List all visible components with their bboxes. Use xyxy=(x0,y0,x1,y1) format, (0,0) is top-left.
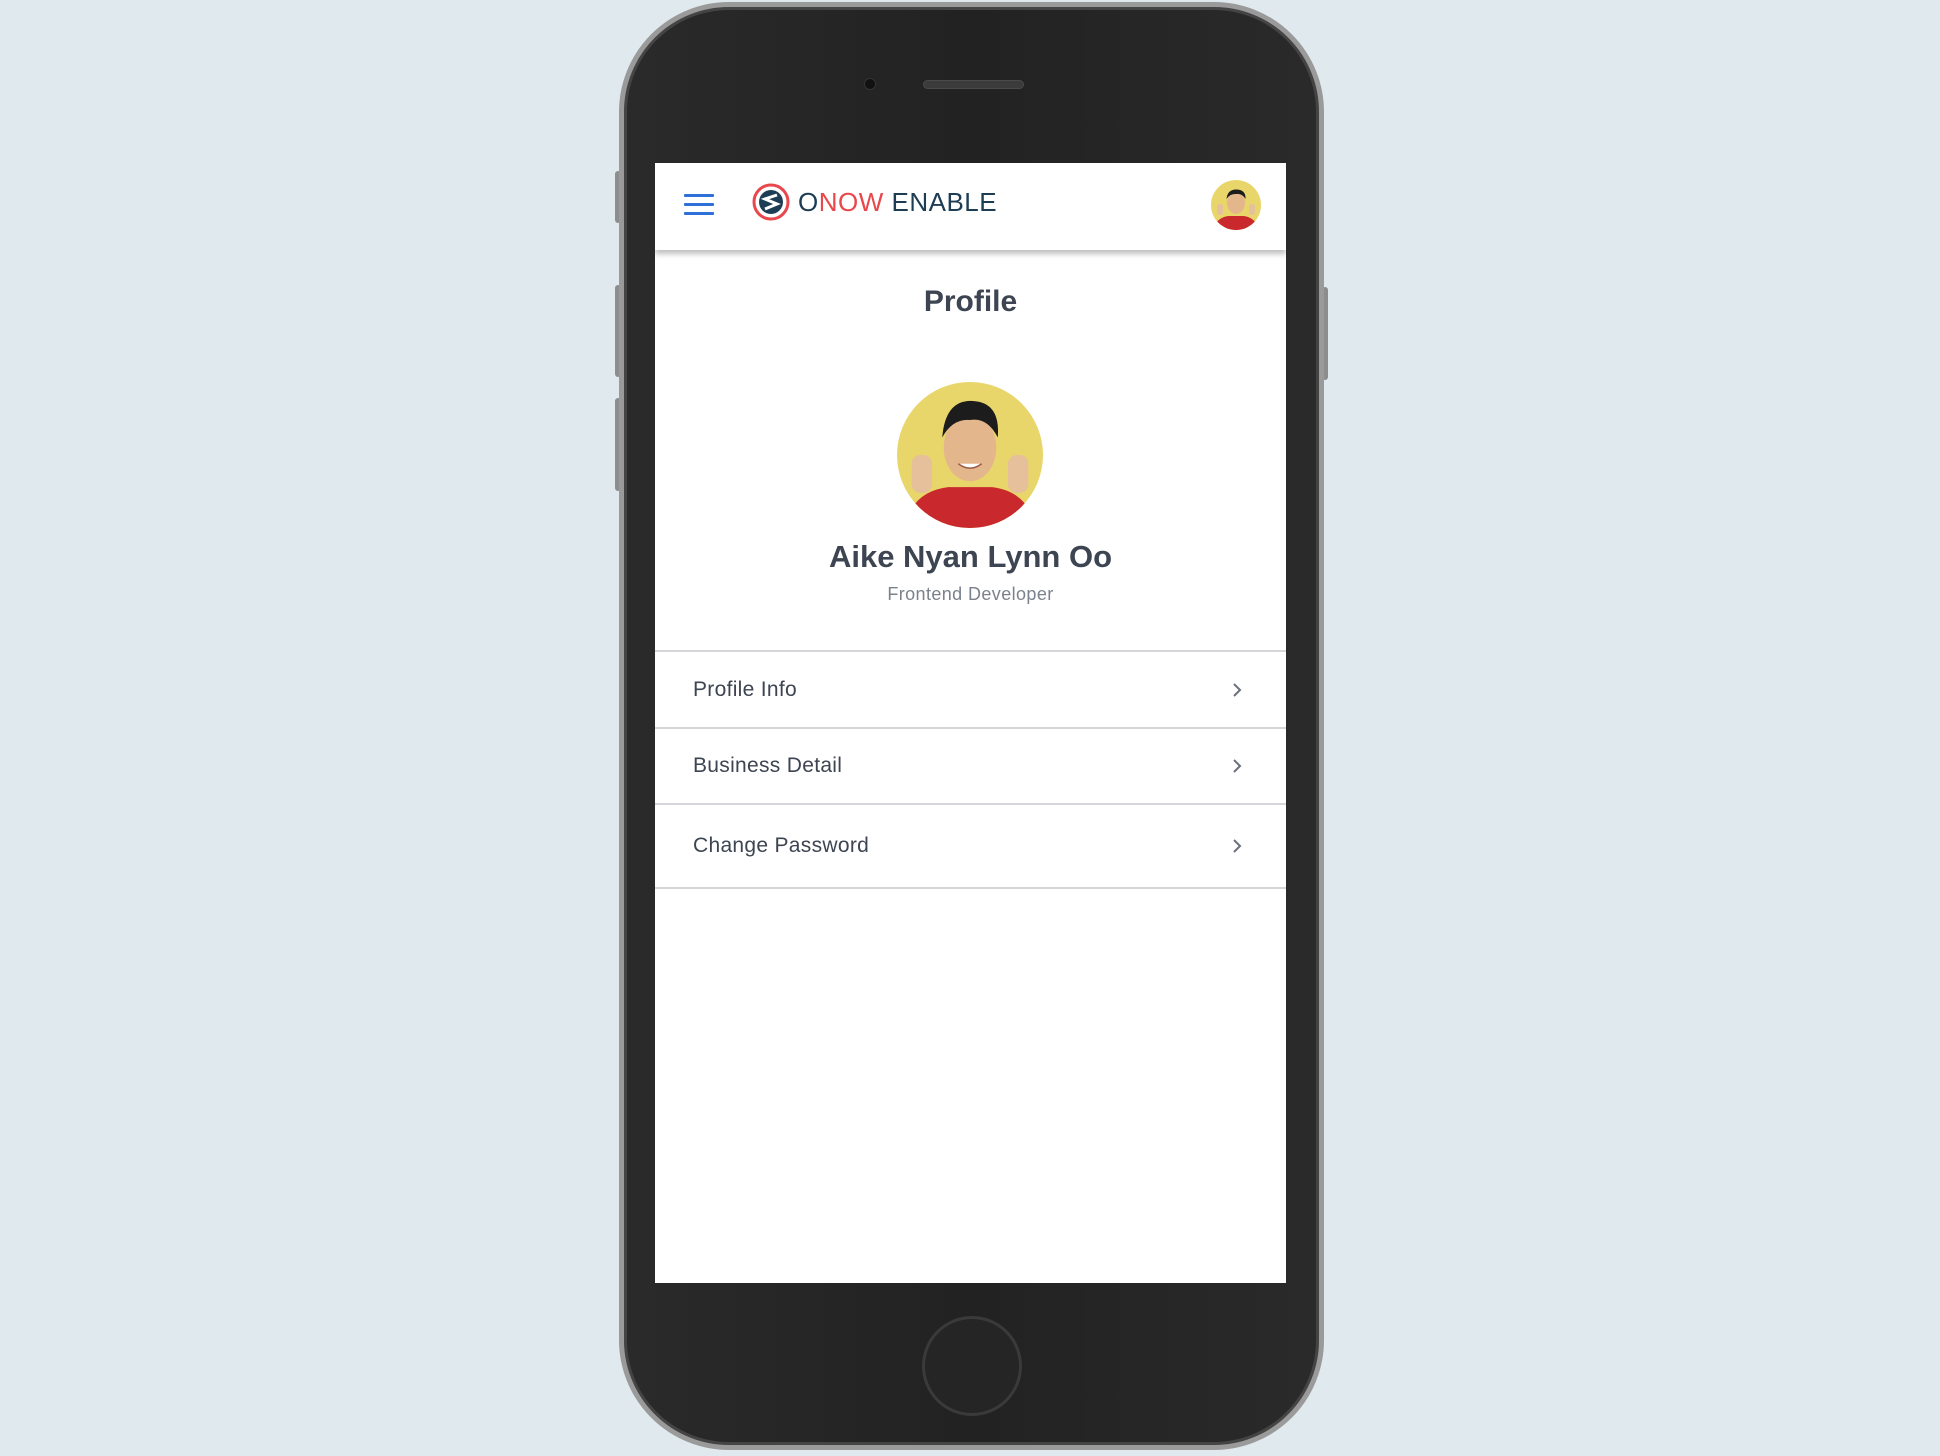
profile-menu: Profile Info Business Detail Change Pass… xyxy=(655,650,1286,889)
brand-enable: ENABLE xyxy=(883,186,998,217)
page-title: Profile xyxy=(923,285,1018,318)
front-camera xyxy=(864,78,876,90)
brand-logo[interactable]: ONOW ENABLE xyxy=(752,183,997,221)
brand-name: ONOW ENABLE xyxy=(798,187,997,218)
user-avatar-icon xyxy=(1211,180,1261,230)
home-button[interactable] xyxy=(922,1316,1022,1416)
chevron-right-icon xyxy=(1233,759,1242,773)
user-name: Aike Nyan Lynn Oo xyxy=(828,539,1113,574)
header-avatar[interactable] xyxy=(1211,180,1261,230)
profile-photo xyxy=(897,382,1043,528)
menu-item-business-detail[interactable]: Business Detail xyxy=(655,729,1286,805)
user-role: Frontend Developer xyxy=(887,584,1054,604)
earpiece-speaker xyxy=(923,80,1024,89)
hamburger-icon[interactable] xyxy=(684,194,714,216)
app-header: ONOW ENABLE xyxy=(655,163,1286,250)
menu-item-change-password[interactable]: Change Password xyxy=(655,805,1286,889)
chevron-right-icon xyxy=(1233,682,1242,697)
app-screen: ONOW ENABLE Profile Aike Nyan Lynn Oo Fr… xyxy=(655,163,1286,1283)
menu-item-label: Business Detail xyxy=(693,754,843,777)
brand-o: O xyxy=(798,186,819,217)
brand-now: NOW xyxy=(818,186,884,217)
onow-logo-icon xyxy=(752,183,790,221)
menu-item-label: Profile Info xyxy=(693,677,797,701)
menu-item-profile-info[interactable]: Profile Info xyxy=(655,652,1286,729)
menu-item-label: Change Password xyxy=(693,834,870,857)
chevron-right-icon xyxy=(1233,839,1242,853)
profile-avatar xyxy=(897,382,1043,528)
